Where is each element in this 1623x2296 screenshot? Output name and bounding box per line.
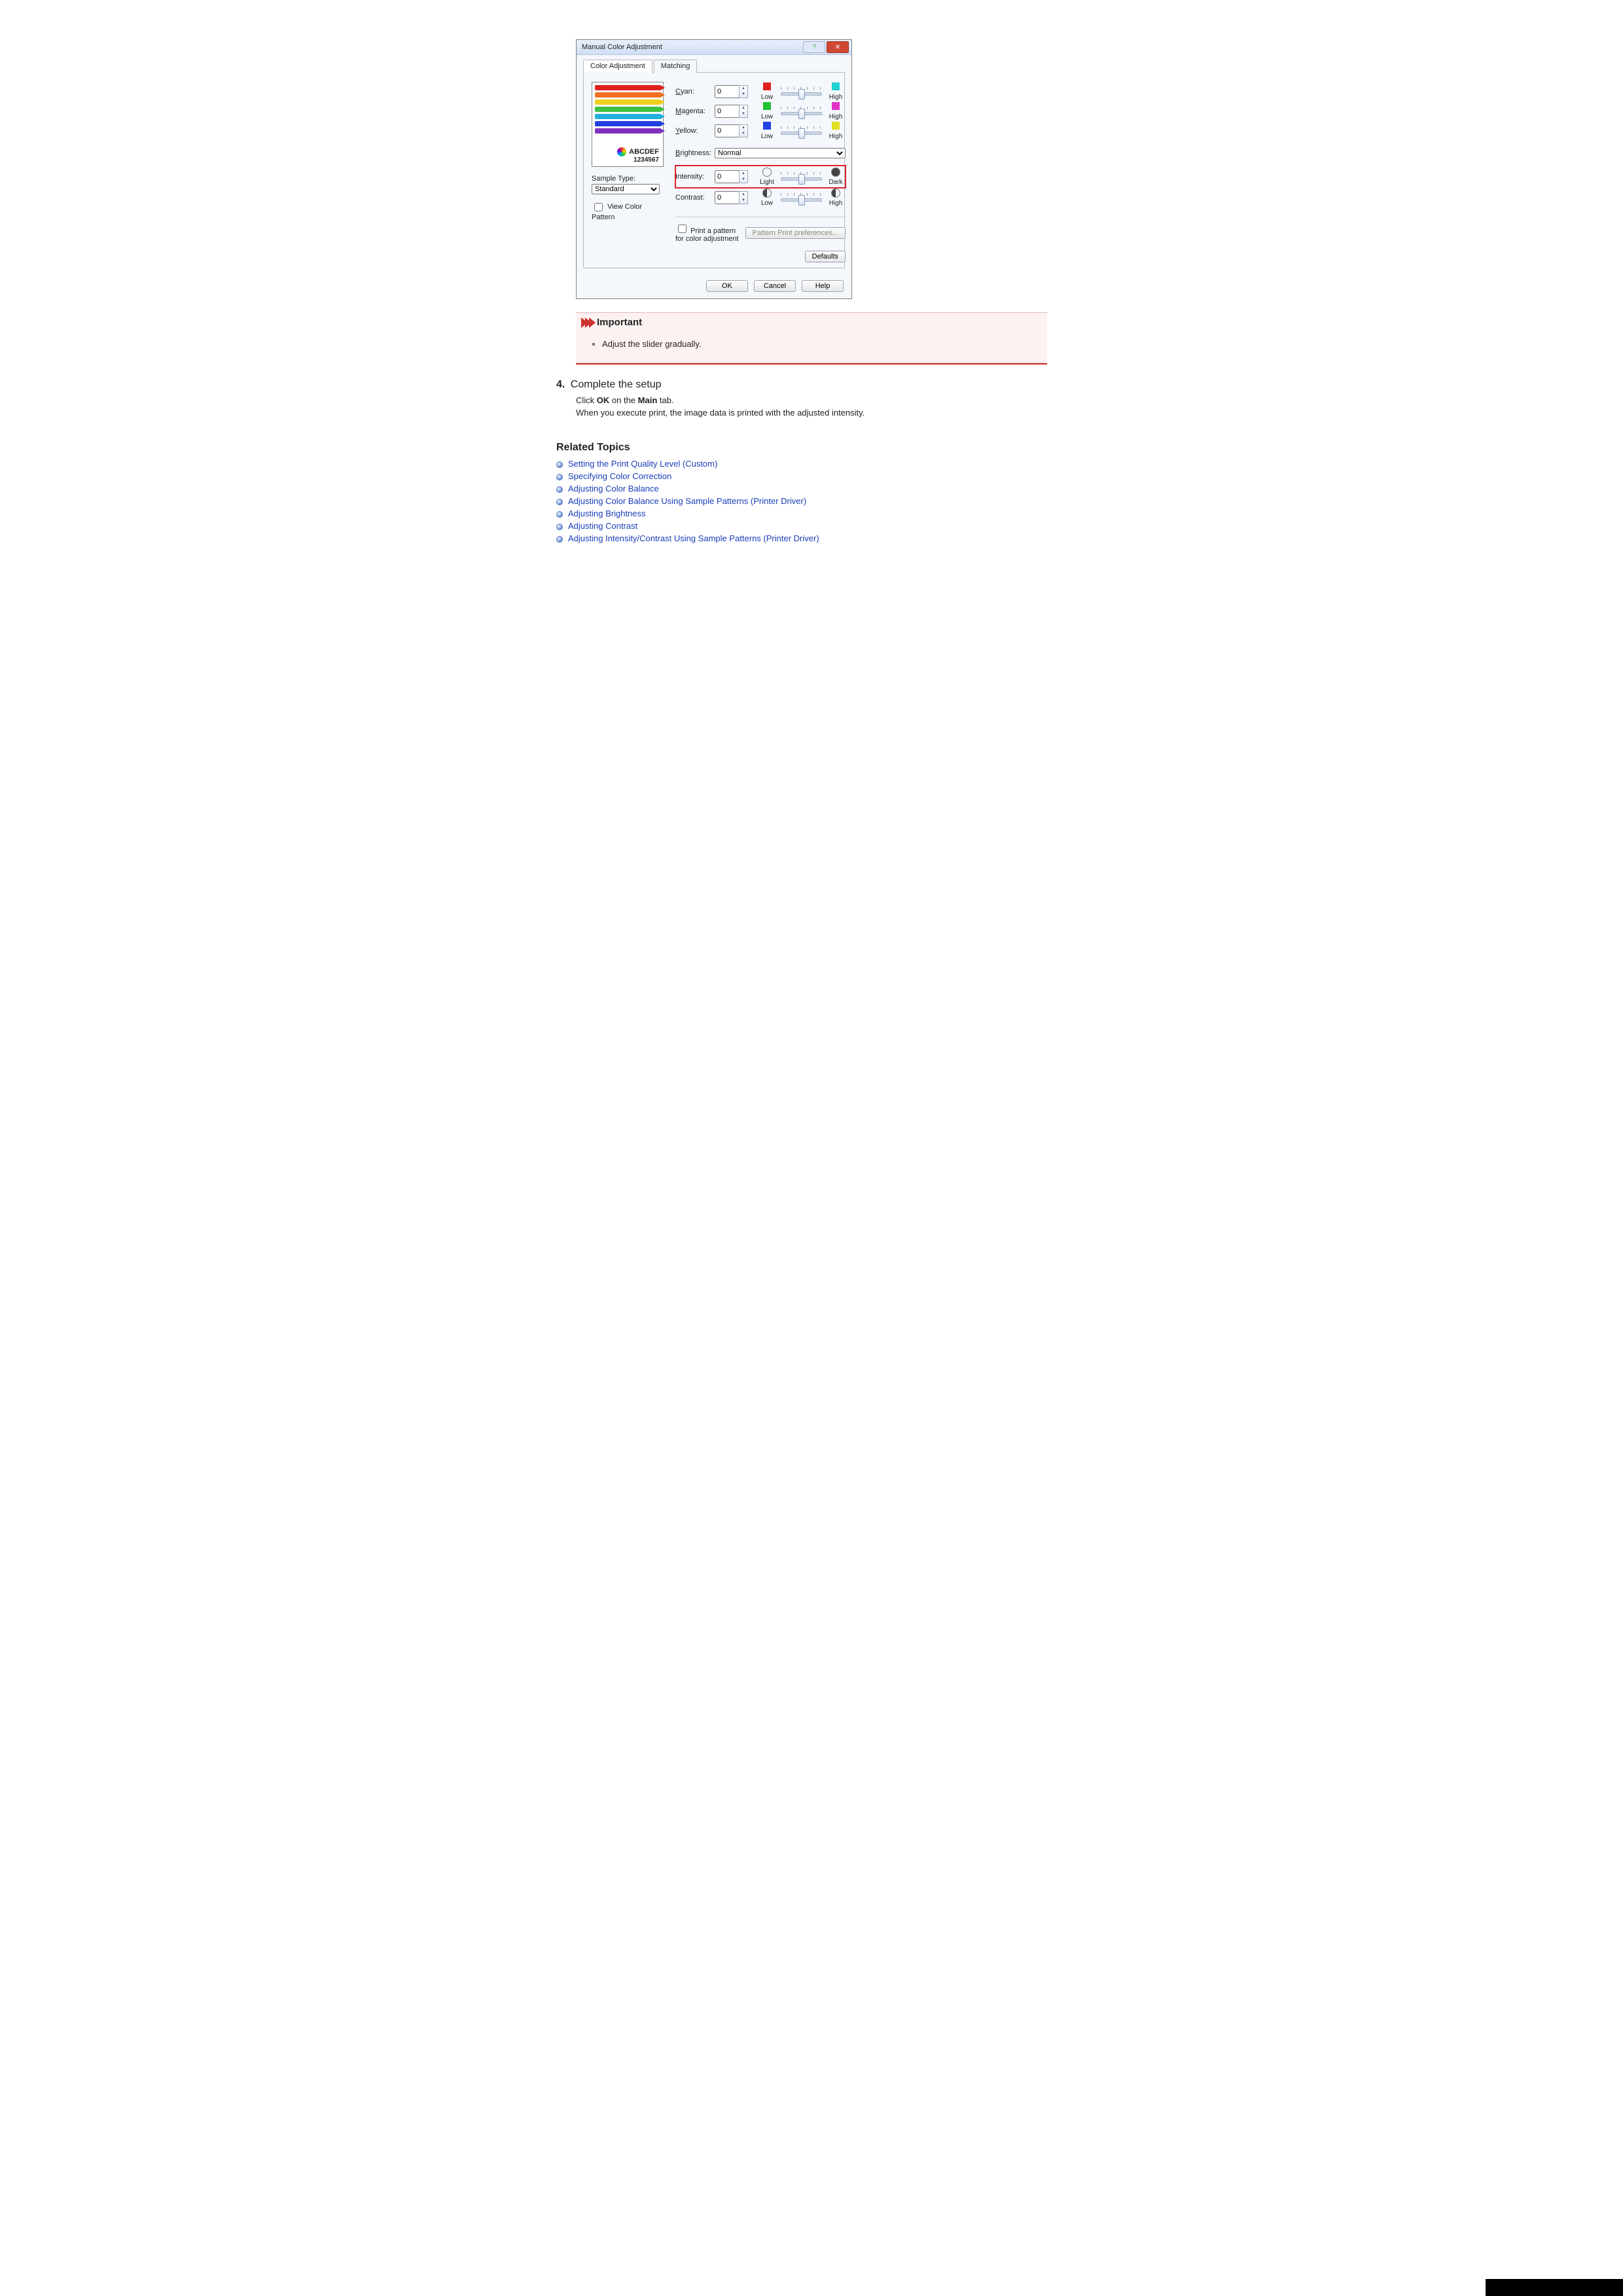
step-line-2: When you execute print, the image data i… xyxy=(576,407,1047,420)
intensity-label: Intensity: xyxy=(675,173,715,181)
important-note: Important Adjust the slider gradually. xyxy=(576,312,1047,363)
step-title: Complete the setup xyxy=(571,379,662,390)
cyan-spinner[interactable]: ▲▼ xyxy=(739,85,748,98)
sample-type-select[interactable]: Standard xyxy=(592,184,660,194)
pattern-print-preferences-button[interactable]: Pattern Print preferences... xyxy=(745,227,846,239)
contrast-label: Contrast: xyxy=(675,194,715,202)
important-item: Adjust the slider gradually. xyxy=(602,339,1042,349)
step-4: 4. Complete the setup Click OK on the Ma… xyxy=(556,379,1047,420)
magenta-slider[interactable] xyxy=(781,107,822,116)
help-icon[interactable]: ? xyxy=(803,41,825,53)
magenta-low-swatch xyxy=(763,102,771,110)
important-heading: Important xyxy=(597,317,642,328)
related-topics: Related Topics Setting the Print Quality… xyxy=(556,442,1047,543)
help-button[interactable]: Help xyxy=(802,280,844,292)
preview-text-1: ABCDEF xyxy=(629,148,659,156)
yellow-slider[interactable] xyxy=(781,126,822,135)
magenta-high-swatch xyxy=(832,102,840,110)
brightness-select[interactable]: Normal xyxy=(715,148,846,158)
cyan-slider[interactable] xyxy=(781,87,822,96)
related-link[interactable]: Specifying Color Correction xyxy=(556,471,1047,481)
intensity-light-icon xyxy=(762,168,772,177)
intensity-slider[interactable] xyxy=(781,172,822,181)
step-number: 4. xyxy=(556,379,565,390)
tab-matching[interactable]: Matching xyxy=(654,60,698,73)
related-link[interactable]: Adjusting Brightness xyxy=(556,509,1047,518)
yellow-label: Yellow: xyxy=(675,127,715,135)
tab-color-adjustment[interactable]: Color Adjustment xyxy=(583,60,652,73)
magenta-low-label: Low xyxy=(757,113,777,120)
yellow-spinner[interactable]: ▲▼ xyxy=(739,124,748,137)
close-icon[interactable]: ✕ xyxy=(827,41,849,53)
defaults-button[interactable]: Defaults xyxy=(805,251,846,262)
related-link[interactable]: Setting the Print Quality Level (Custom) xyxy=(556,459,1047,469)
cyan-high-swatch xyxy=(832,82,840,90)
magenta-spinner[interactable]: ▲▼ xyxy=(739,105,748,118)
intensity-high-label: Dark xyxy=(826,179,846,186)
dialog-buttons: OK Cancel Help xyxy=(577,275,851,298)
contrast-low-icon xyxy=(762,188,772,198)
brightness-label: Brightness: xyxy=(675,149,715,157)
yellow-high-label: High xyxy=(826,133,846,140)
intensity-value[interactable] xyxy=(715,170,740,183)
pattern-print-checkbox[interactable]: Print a pattern for color adjustment xyxy=(675,223,745,243)
colorwheel-icon xyxy=(617,147,626,156)
contrast-slider[interactable] xyxy=(781,193,822,202)
step-line-1: Click OK on the Main tab. xyxy=(576,395,1047,407)
intensity-spinner[interactable]: ▲▼ xyxy=(739,170,748,183)
important-icon xyxy=(581,317,593,328)
magenta-label: Magenta: xyxy=(675,107,715,115)
preview-text-2: 1234567 xyxy=(595,156,659,164)
ok-button[interactable]: OK xyxy=(706,280,748,292)
related-link[interactable]: Adjusting Intensity/Contrast Using Sampl… xyxy=(556,533,1047,543)
contrast-high-icon xyxy=(831,188,840,198)
related-link[interactable]: Adjusting Color Balance xyxy=(556,484,1047,493)
dialog-titlebar: Manual Color Adjustment ? ✕ xyxy=(577,40,851,55)
cyan-high-label: High xyxy=(826,94,846,101)
cyan-value[interactable] xyxy=(715,85,740,98)
yellow-low-swatch xyxy=(763,122,771,130)
yellow-low-label: Low xyxy=(757,133,777,140)
yellow-high-swatch xyxy=(832,122,840,130)
cancel-button[interactable]: Cancel xyxy=(754,280,796,292)
contrast-value[interactable] xyxy=(715,191,740,204)
contrast-low-label: Low xyxy=(757,200,777,207)
related-link[interactable]: Adjusting Contrast xyxy=(556,521,1047,531)
magenta-value[interactable] xyxy=(715,105,740,118)
cyan-low-swatch xyxy=(763,82,771,90)
related-heading: Related Topics xyxy=(556,442,1047,454)
sample-type-label: Sample Type: xyxy=(592,175,664,183)
related-link[interactable]: Adjusting Color Balance Using Sample Pat… xyxy=(556,496,1047,506)
intensity-low-label: Light xyxy=(757,179,777,186)
view-color-pattern-checkbox[interactable]: View Color Pattern xyxy=(592,203,642,221)
cyan-low-label: Low xyxy=(757,94,777,101)
cyan-label: Cyan: xyxy=(675,88,715,96)
yellow-value[interactable] xyxy=(715,124,740,137)
dialog-title: Manual Color Adjustment xyxy=(582,43,802,51)
intensity-dark-icon xyxy=(831,168,840,177)
footer-bar xyxy=(1486,2279,1623,2296)
contrast-spinner[interactable]: ▲▼ xyxy=(739,191,748,204)
magenta-high-label: High xyxy=(826,113,846,120)
contrast-high-label: High xyxy=(826,200,846,207)
dialog-tabs: Color Adjustment Matching xyxy=(583,59,845,73)
preview-image: ABCDEF 1234567 xyxy=(592,82,664,167)
manual-color-adjustment-dialog: Manual Color Adjustment ? ✕ Color Adjust… xyxy=(576,39,852,299)
